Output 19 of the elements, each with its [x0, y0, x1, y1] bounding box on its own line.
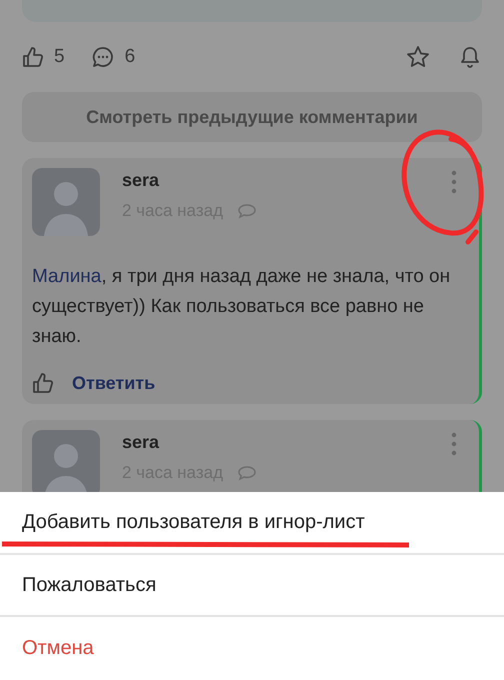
previous-comments-button[interactable]: Смотреть предыдущие комментарии	[22, 92, 482, 142]
bell-icon[interactable]	[458, 45, 482, 69]
like-icon[interactable]	[32, 372, 54, 394]
speech-bubble-icon	[237, 465, 257, 481]
star-icon[interactable]	[406, 45, 430, 69]
like-icon[interactable]	[22, 46, 44, 68]
comment-icon[interactable]	[90, 46, 115, 68]
speech-bubble-icon	[237, 203, 257, 219]
comment-author: sera	[122, 432, 160, 453]
menu-item[interactable]: Добавить пользователя в игнор-лист	[0, 492, 504, 555]
comment-count: 6	[124, 46, 136, 68]
menu-item[interactable]: Пожаловаться	[0, 554, 504, 618]
comment-author: sera	[122, 170, 160, 191]
mention-link[interactable]: Малина	[32, 266, 102, 287]
avatar-icon	[32, 168, 100, 236]
reply-link[interactable]: Ответить	[72, 372, 156, 394]
comment-text: Малина, я три дня назад даже не знала, что он существует)) Как пользоваться все равно не знаю.	[32, 265, 452, 349]
like-count: 5	[54, 46, 65, 68]
menu-item[interactable]: Отмена	[0, 617, 504, 680]
